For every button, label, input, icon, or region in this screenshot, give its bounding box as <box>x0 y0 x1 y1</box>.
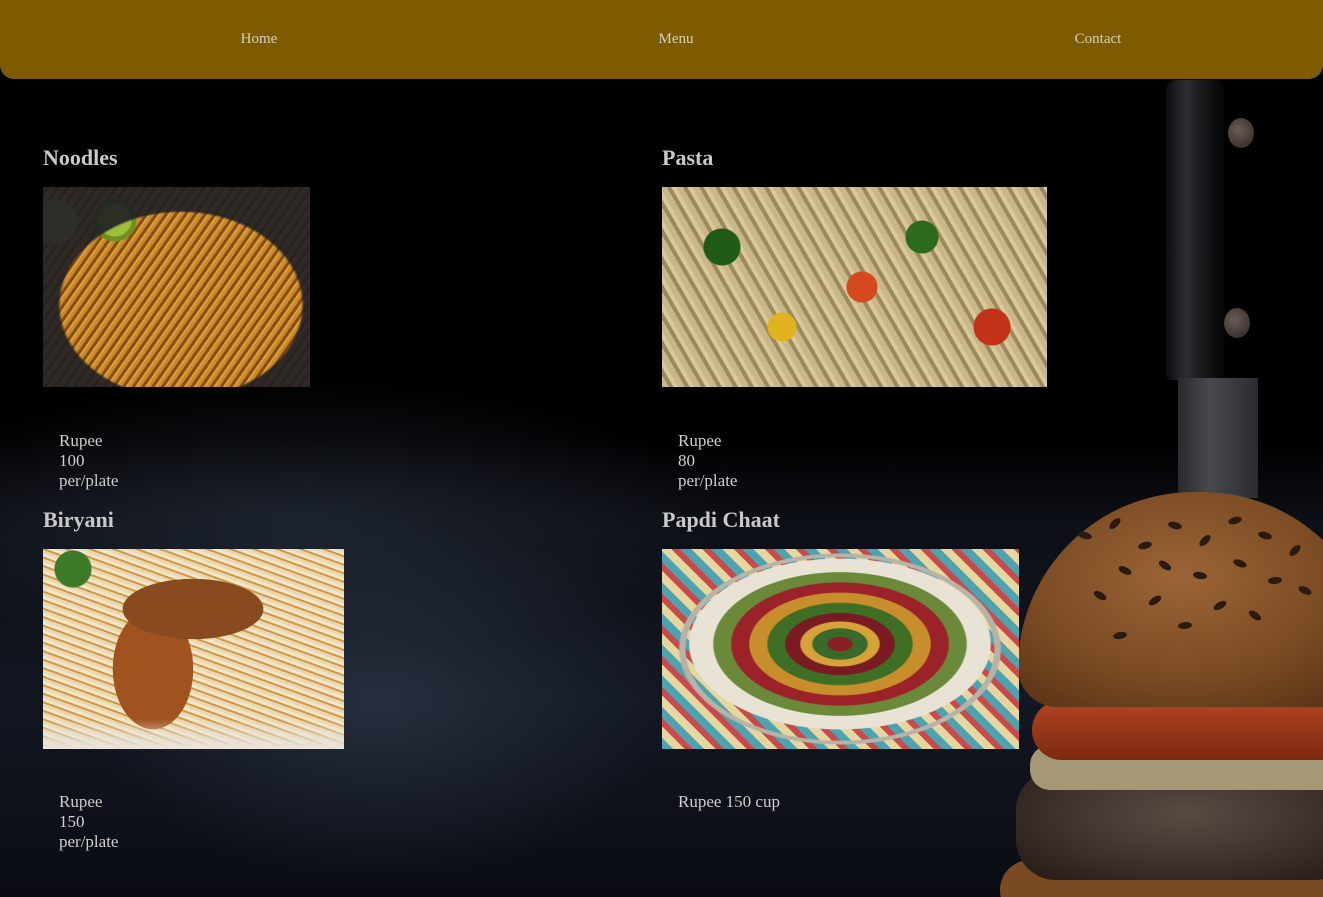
sesame-seed <box>1227 515 1243 526</box>
biryani-photo <box>43 549 344 749</box>
sesame-seed <box>1112 630 1128 641</box>
nav-home-link[interactable]: Home <box>241 31 278 48</box>
dish-price: Rupee 150 cup <box>678 792 780 811</box>
menu-item-noodles: Noodles Rupee 100 per/plate <box>43 145 310 490</box>
dish-title: Pasta <box>662 145 714 170</box>
sesame-seed <box>1077 530 1093 541</box>
sesame-seed <box>1192 570 1208 581</box>
sesame-seed <box>1267 576 1283 585</box>
sesame-seed <box>1092 588 1108 603</box>
nav-menu-link[interactable]: Menu <box>659 31 694 48</box>
menu-item-biryani: Biryani Rupee 150 per/plate <box>43 507 344 851</box>
sesame-seed <box>1287 543 1303 558</box>
sesame-seed <box>1177 621 1193 630</box>
knife-handle <box>1166 80 1254 380</box>
sesame-seed <box>1257 530 1273 541</box>
dish-price: Rupee 100 per/plate <box>59 431 119 490</box>
dish-price: Rupee 80 per/plate <box>678 431 738 490</box>
menu-item-papdi-chaat: Papdi Chaat Rupee 150 cup <box>662 507 1019 811</box>
pasta-photo <box>662 187 1047 387</box>
background-image <box>0 0 1323 897</box>
knife-rivet <box>1228 118 1254 148</box>
burger-patty <box>1016 770 1323 880</box>
sesame-seed <box>1247 608 1263 623</box>
noodles-photo <box>43 187 310 387</box>
sesame-seed <box>1297 584 1313 597</box>
burger-tomato <box>1032 700 1323 760</box>
burger-bun-bottom <box>1000 860 1323 897</box>
sesame-seed <box>1137 540 1153 551</box>
dish-title: Biryani <box>43 507 114 532</box>
knife-blade <box>1178 378 1258 498</box>
sesame-seed <box>1117 564 1133 577</box>
dish-title: Noodles <box>43 145 118 170</box>
papdi-chaat-photo <box>662 549 1019 749</box>
nav-contact-link[interactable]: Contact <box>1075 31 1122 48</box>
sesame-seed <box>1167 520 1183 531</box>
dish-price: Rupee 150 per/plate <box>59 792 119 851</box>
sesame-seed <box>1147 593 1163 608</box>
menu-item-pasta: Pasta Rupee 80 per/plate <box>662 145 1047 490</box>
burger-cheese <box>1030 745 1323 790</box>
sesame-seed <box>1107 516 1123 531</box>
navbar: Home Menu Contact <box>0 0 1323 79</box>
sesame-seed <box>1212 598 1228 613</box>
dish-title: Papdi Chaat <box>662 507 780 532</box>
sesame-seed <box>1157 558 1173 573</box>
sesame-seed <box>1232 557 1248 570</box>
burger-bun-top <box>1018 492 1323 707</box>
sesame-seed <box>1197 533 1213 548</box>
knife-rivet <box>1224 308 1250 338</box>
